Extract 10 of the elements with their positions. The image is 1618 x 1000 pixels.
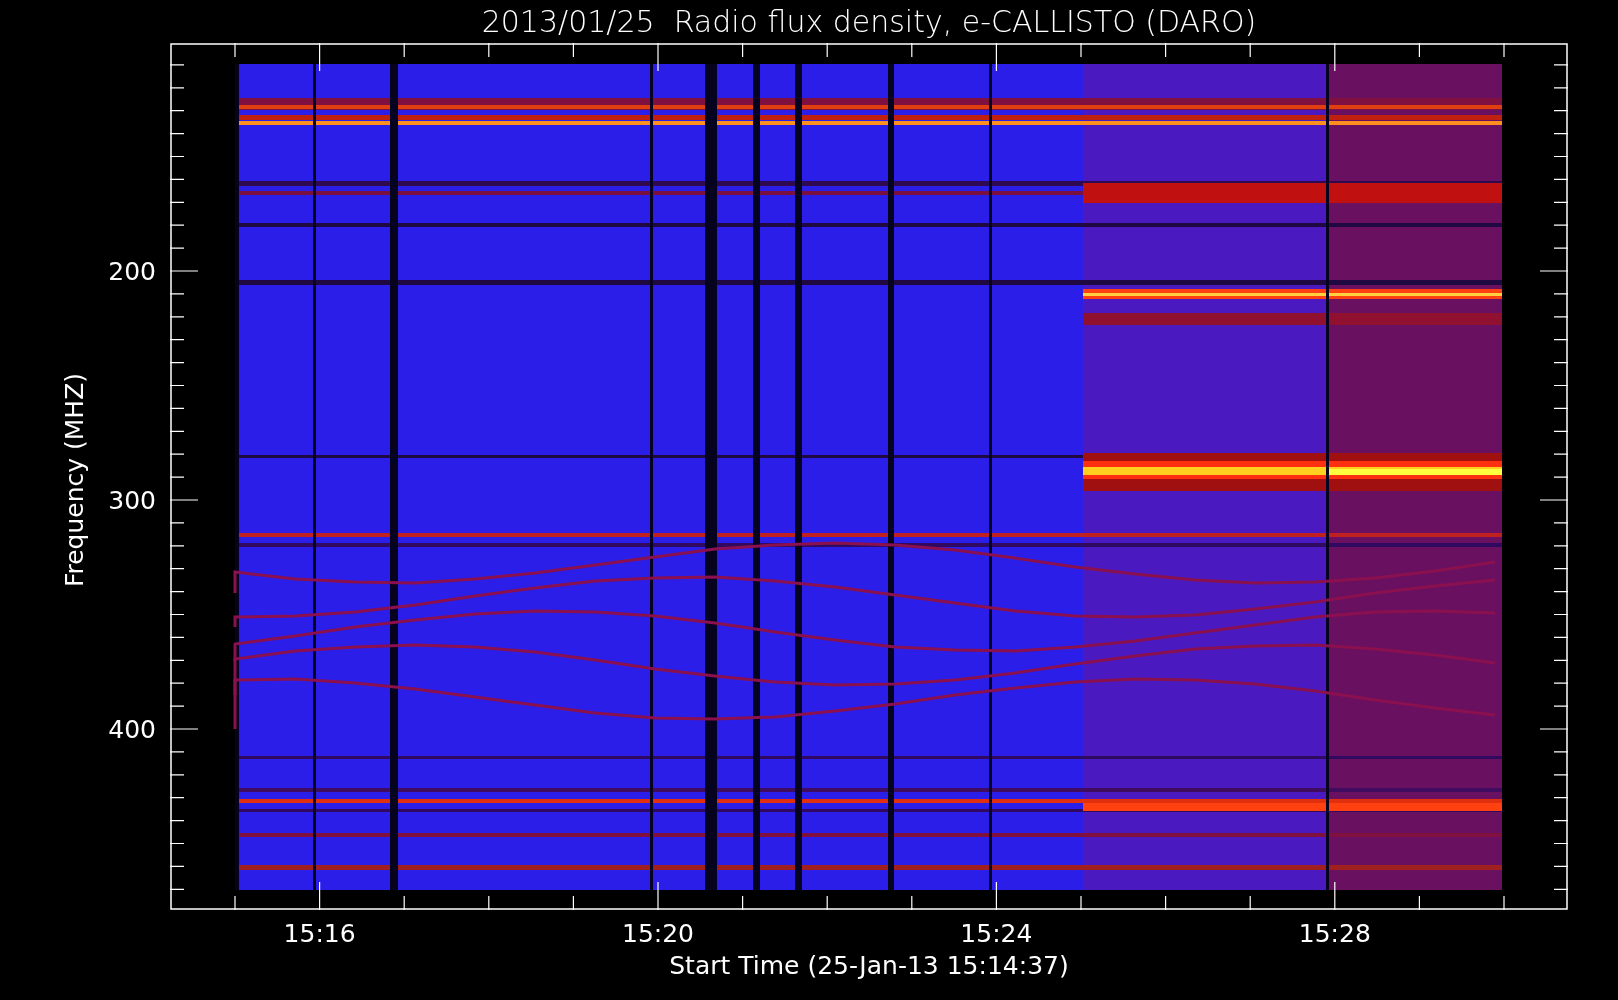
- x-tick-label: 15:20: [622, 919, 694, 948]
- x-axis-label: Start Time (25-Jan-13 15:14:37): [668, 951, 1070, 980]
- y-tick-label: 300: [108, 485, 156, 515]
- y-axis-label: Frequency (MHZ): [59, 372, 89, 588]
- x-tick-label: 15:24: [960, 919, 1033, 948]
- y-tick-label: 200: [108, 256, 156, 286]
- x-tick-label: 15:28: [1298, 919, 1371, 948]
- x-tick-label: 15:16: [283, 919, 356, 948]
- chart-title: 2013/01/25 Radio flux density, e-CALLISTO (DARO): [480, 3, 1258, 41]
- y-tick-label: 400: [108, 714, 156, 744]
